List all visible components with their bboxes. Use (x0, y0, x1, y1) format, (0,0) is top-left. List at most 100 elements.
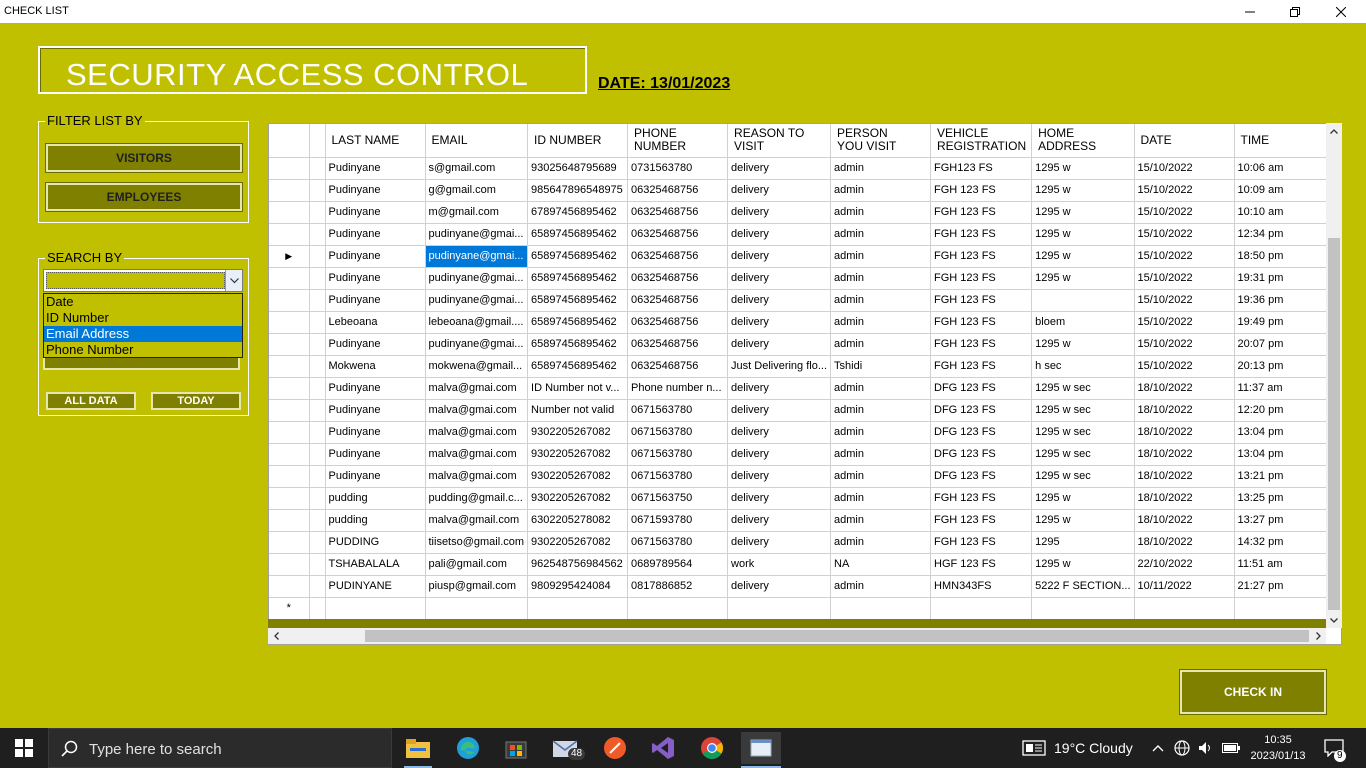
table-cell[interactable]: delivery (727, 157, 832, 180)
table-cell[interactable]: 0731563780 (627, 157, 729, 180)
table-cell[interactable]: FGH 123 FS (930, 245, 1033, 268)
new-row-cell[interactable] (1134, 597, 1235, 620)
row-header[interactable] (269, 465, 310, 488)
table-cell[interactable]: delivery (727, 179, 832, 202)
table-cell[interactable]: HMN343FS (930, 575, 1033, 598)
table-cell[interactable]: 11:37 am (1234, 377, 1335, 400)
table-cell[interactable]: piusp@gmail.com (425, 575, 529, 598)
table-cell[interactable]: pudinyane@gmai... (425, 289, 529, 312)
table-cell[interactable]: admin (830, 487, 932, 510)
table-cell[interactable]: admin (830, 311, 932, 334)
option-date[interactable]: Date (44, 294, 242, 310)
table-cell[interactable]: Tshidi (830, 355, 932, 378)
table-cell[interactable]: malva@gmai.com (425, 377, 529, 400)
table-cell[interactable]: 1295 w sec (1031, 465, 1135, 488)
table-cell[interactable]: 1295 (1031, 531, 1135, 554)
table-row[interactable]: Lebeoana lebeoana@gmail.... 65897456895462… (269, 311, 1335, 334)
table-cell[interactable]: admin (830, 223, 932, 246)
table-cell[interactable]: 0671563780 (627, 421, 729, 444)
table-cell[interactable]: 18/10/2022 (1134, 377, 1235, 400)
table-cell[interactable]: 93025648795689 (527, 157, 629, 180)
active-app-taskbar-button[interactable] (741, 732, 781, 764)
table-cell[interactable]: malva@gmai.com (425, 421, 529, 444)
minimize-button[interactable] (1227, 0, 1273, 23)
row-blank-cell[interactable] (309, 487, 326, 510)
table-row[interactable]: Pudinyane malva@gmai.com 9302205267082 0671… (269, 443, 1335, 466)
table-cell[interactable]: pudding@gmail.c... (425, 487, 529, 510)
table-cell[interactable]: FGH 123 FS (930, 289, 1033, 312)
table-cell[interactable]: Lebeoana (325, 311, 426, 334)
table-cell[interactable]: s@gmail.com (425, 157, 529, 180)
table-cell[interactable]: 10:06 am (1234, 157, 1335, 180)
combobox-dropdown-button[interactable] (225, 270, 242, 291)
table-cell[interactable]: 18:50 pm (1234, 245, 1335, 268)
new-row-cell[interactable] (627, 597, 729, 620)
row-header[interactable] (269, 267, 310, 290)
vertical-scroll-thumb[interactable] (1328, 238, 1340, 610)
search-by-combobox[interactable] (43, 269, 243, 292)
table-cell[interactable]: 12:34 pm (1234, 223, 1335, 246)
table-cell[interactable]: 0671563780 (627, 465, 729, 488)
weather-widget[interactable]: 19°C Cloudy (1022, 728, 1133, 768)
table-cell[interactable]: Pudinyane (325, 179, 426, 202)
table-cell[interactable]: FGH 123 FS (930, 333, 1033, 356)
table-cell[interactable]: 15/10/2022 (1134, 289, 1235, 312)
table-cell[interactable]: 0671563780 (627, 443, 729, 466)
table-cell[interactable]: 1295 w (1031, 333, 1135, 356)
close-button[interactable] (1318, 0, 1364, 23)
table-cell[interactable]: 15/10/2022 (1134, 267, 1235, 290)
column-header[interactable]: LAST NAME (325, 124, 426, 158)
table-cell[interactable]: 15/10/2022 (1134, 201, 1235, 224)
table-cell[interactable]: 06325468756 (627, 355, 729, 378)
new-row-cell[interactable] (325, 597, 426, 620)
table-row[interactable]: Pudinyane pudinyane@gmai... 65897456895462… (269, 333, 1335, 356)
table-cell[interactable]: Pudinyane (325, 377, 426, 400)
table-cell[interactable]: FGH 123 FS (930, 487, 1033, 510)
table-cell[interactable]: 06325468756 (627, 223, 729, 246)
table-cell[interactable]: Pudinyane (325, 465, 426, 488)
table-cell[interactable]: 6302205278082 (527, 509, 629, 532)
row-blank-cell[interactable] (309, 399, 326, 422)
table-cell[interactable]: 1295 w (1031, 157, 1135, 180)
row-blank-cell[interactable] (309, 465, 326, 488)
table-cell[interactable]: 20:13 pm (1234, 355, 1335, 378)
table-cell[interactable]: FGH 123 FS (930, 355, 1033, 378)
table-cell[interactable]: Number not valid (527, 399, 629, 422)
horizontal-scroll-thumb[interactable] (365, 630, 1309, 642)
table-cell[interactable]: 67897456895462 (527, 201, 629, 224)
new-row-cell[interactable] (930, 597, 1033, 620)
row-header[interactable] (269, 223, 310, 246)
row-blank-cell[interactable] (309, 223, 326, 246)
row-header[interactable] (269, 399, 310, 422)
row-header[interactable] (269, 553, 310, 576)
table-cell[interactable]: 13:04 pm (1234, 443, 1335, 466)
table-cell[interactable]: pudding (325, 509, 426, 532)
table-cell[interactable]: 06325468756 (627, 289, 729, 312)
table-row[interactable]: pudding pudding@gmail.c... 9302205267082 06… (269, 487, 1335, 510)
taskbar-search-box[interactable]: Type here to search (48, 728, 392, 768)
table-cell[interactable]: pali@gmail.com (425, 553, 529, 576)
row-header[interactable] (269, 531, 310, 554)
table-cell[interactable]: delivery (727, 465, 832, 488)
table-cell[interactable]: admin (830, 465, 932, 488)
row-blank-cell[interactable] (309, 333, 326, 356)
row-header[interactable] (269, 289, 310, 312)
table-cell[interactable]: delivery (727, 377, 832, 400)
table-cell[interactable]: admin (830, 179, 932, 202)
table-cell[interactable]: pudinyane@gmai... (425, 223, 529, 246)
start-button[interactable] (0, 728, 48, 768)
table-cell[interactable]: 65897456895462 (527, 333, 629, 356)
row-blank-cell[interactable] (309, 531, 326, 554)
table-cell[interactable]: 18/10/2022 (1134, 487, 1235, 510)
column-header[interactable]: TIME (1234, 124, 1335, 158)
table-cell[interactable]: 18/10/2022 (1134, 421, 1235, 444)
table-cell[interactable]: 0671593780 (627, 509, 729, 532)
notifications-button[interactable] (1324, 728, 1344, 768)
row-header[interactable] (269, 377, 310, 400)
table-cell[interactable]: 20:07 pm (1234, 333, 1335, 356)
table-cell[interactable]: delivery (727, 443, 832, 466)
table-cell[interactable]: delivery (727, 223, 832, 246)
table-cell[interactable]: m@gmail.com (425, 201, 529, 224)
table-cell[interactable]: 962548756984562 (527, 553, 629, 576)
scroll-left-button[interactable] (268, 628, 284, 644)
